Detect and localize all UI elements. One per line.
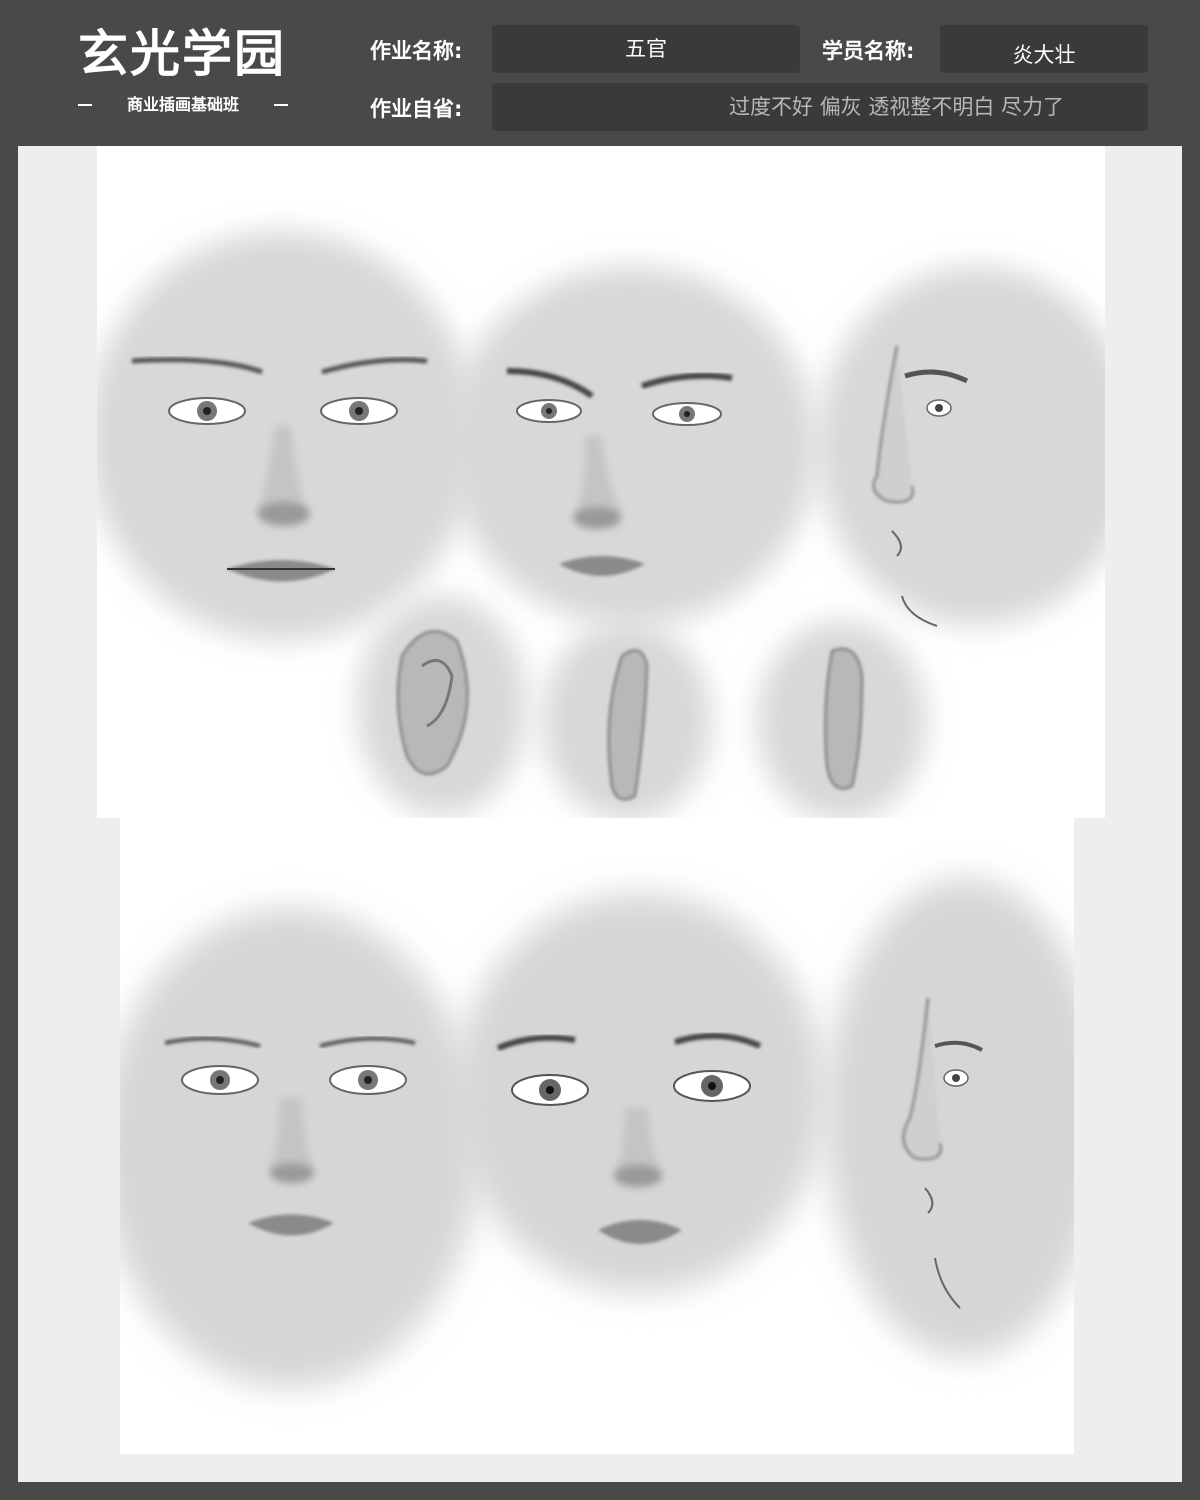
logo-dash-right xyxy=(273,104,288,106)
logo-subtitle: 商业插画基础班 xyxy=(126,95,239,114)
logo-subtitle-row: 商业插画基础班 xyxy=(78,94,288,116)
profile-face-2 xyxy=(825,878,1074,1358)
front-face-1 xyxy=(97,231,477,641)
assignment-label: 作业名称: xyxy=(370,39,463,63)
artwork-sheet-2 xyxy=(120,818,1074,1454)
reflection-field[interactable]: 过度不好 偏灰 透视整不明白 尽力了 xyxy=(492,83,1148,131)
sheet-1-drawing xyxy=(97,231,1105,818)
artwork-canvas xyxy=(18,146,1182,1482)
ear-2 xyxy=(542,621,712,818)
logo-dash-left xyxy=(78,104,92,106)
reflection-label: 作业自省: xyxy=(370,97,463,121)
sheet-2-drawing xyxy=(120,878,1074,1388)
front-face-3 xyxy=(120,908,480,1388)
student-field[interactable]: 炎大壮 xyxy=(940,25,1148,73)
artwork-sheet-1 xyxy=(97,146,1105,818)
ear-1 xyxy=(357,596,527,816)
profile-face-1 xyxy=(817,266,1105,627)
ear-3 xyxy=(757,621,927,818)
header: 玄光学园 商业插画基础班 作业名称: 五官 学员名称: 炎大壮 作业自省: 过度… xyxy=(0,0,1200,146)
front-face-2 xyxy=(447,266,817,626)
student-label: 学员名称: xyxy=(822,39,915,63)
front-face-4 xyxy=(455,893,825,1293)
logo-title: 玄光学园 xyxy=(78,24,286,83)
assignment-field[interactable]: 五官 xyxy=(492,25,800,73)
